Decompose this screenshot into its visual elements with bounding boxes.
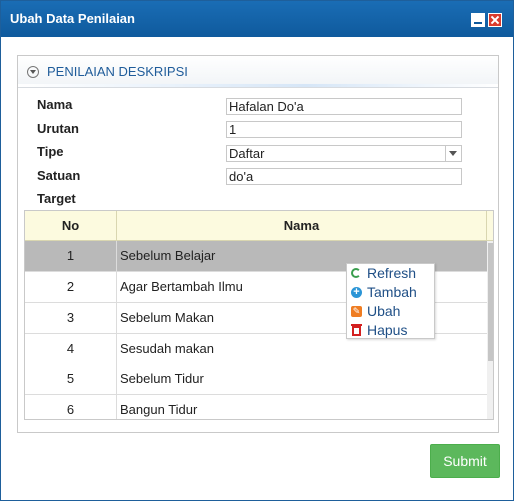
- dialog-title: Ubah Data Penilaian: [10, 11, 135, 26]
- menu-label: Ubah: [367, 303, 401, 319]
- satuan-input[interactable]: [226, 168, 462, 185]
- target-label: Target: [37, 191, 76, 206]
- submit-button[interactable]: Submit: [430, 444, 500, 478]
- cell-no: 2: [25, 272, 117, 302]
- tipe-selected-value: Daftar: [229, 146, 265, 161]
- table-row[interactable]: 5 Sebelum Tidur: [25, 364, 487, 395]
- minimize-icon[interactable]: [471, 13, 485, 27]
- menu-label: Hapus: [367, 322, 408, 338]
- menu-label: Refresh: [367, 265, 417, 281]
- dialog-titlebar[interactable]: Ubah Data Penilaian: [1, 1, 513, 37]
- cell-no: 5: [25, 364, 117, 394]
- refresh-icon: [351, 268, 361, 278]
- tipe-label: Tipe: [37, 144, 64, 159]
- menu-label: Tambah: [367, 284, 417, 300]
- add-icon: +: [351, 287, 362, 298]
- nama-input[interactable]: [226, 98, 462, 115]
- grid-scrollbar[interactable]: [487, 241, 493, 419]
- tipe-select[interactable]: Daftar: [226, 145, 462, 162]
- close-icon[interactable]: [488, 13, 502, 27]
- edit-icon: ✎: [351, 306, 362, 317]
- table-row[interactable]: 6 Bangun Tidur: [25, 395, 487, 419]
- penilaian-panel: PENILAIAN DESKRIPSI Nama Urutan Tipe Daf…: [17, 55, 499, 433]
- column-header-nama[interactable]: Nama: [117, 211, 487, 241]
- cell-no: 6: [25, 395, 117, 419]
- urutan-input[interactable]: [226, 121, 462, 138]
- cell-no: 3: [25, 303, 117, 333]
- chevron-down-icon[interactable]: [445, 146, 461, 161]
- column-header-no[interactable]: No: [25, 211, 117, 241]
- menu-item-hapus[interactable]: Hapus: [347, 321, 434, 340]
- menu-item-tambah[interactable]: + Tambah: [347, 283, 434, 302]
- menu-item-ubah[interactable]: ✎ Ubah: [347, 302, 434, 321]
- grid-header: No Nama: [25, 211, 493, 241]
- panel-title: PENILAIAN DESKRIPSI: [47, 64, 188, 79]
- urutan-label: Urutan: [37, 121, 79, 136]
- panel-header: PENILAIAN DESKRIPSI: [18, 56, 498, 88]
- collapse-icon[interactable]: [27, 66, 39, 78]
- nama-label: Nama: [37, 97, 73, 112]
- cell-nama: Bangun Tidur: [120, 402, 198, 417]
- cell-no: 4: [25, 334, 117, 364]
- cell-no: 1: [25, 241, 117, 271]
- scroll-thumb[interactable]: [488, 243, 493, 361]
- column-header-spacer: [487, 211, 493, 241]
- edit-dialog: Ubah Data Penilaian PENILAIAN DESKRIPSI …: [0, 0, 514, 501]
- satuan-label: Satuan: [37, 168, 81, 183]
- menu-item-refresh[interactable]: Refresh: [347, 264, 434, 283]
- trash-icon: [351, 324, 362, 336]
- context-menu: Refresh + Tambah ✎ Ubah Hapus: [346, 263, 435, 339]
- cell-nama: Sebelum Tidur: [120, 371, 204, 386]
